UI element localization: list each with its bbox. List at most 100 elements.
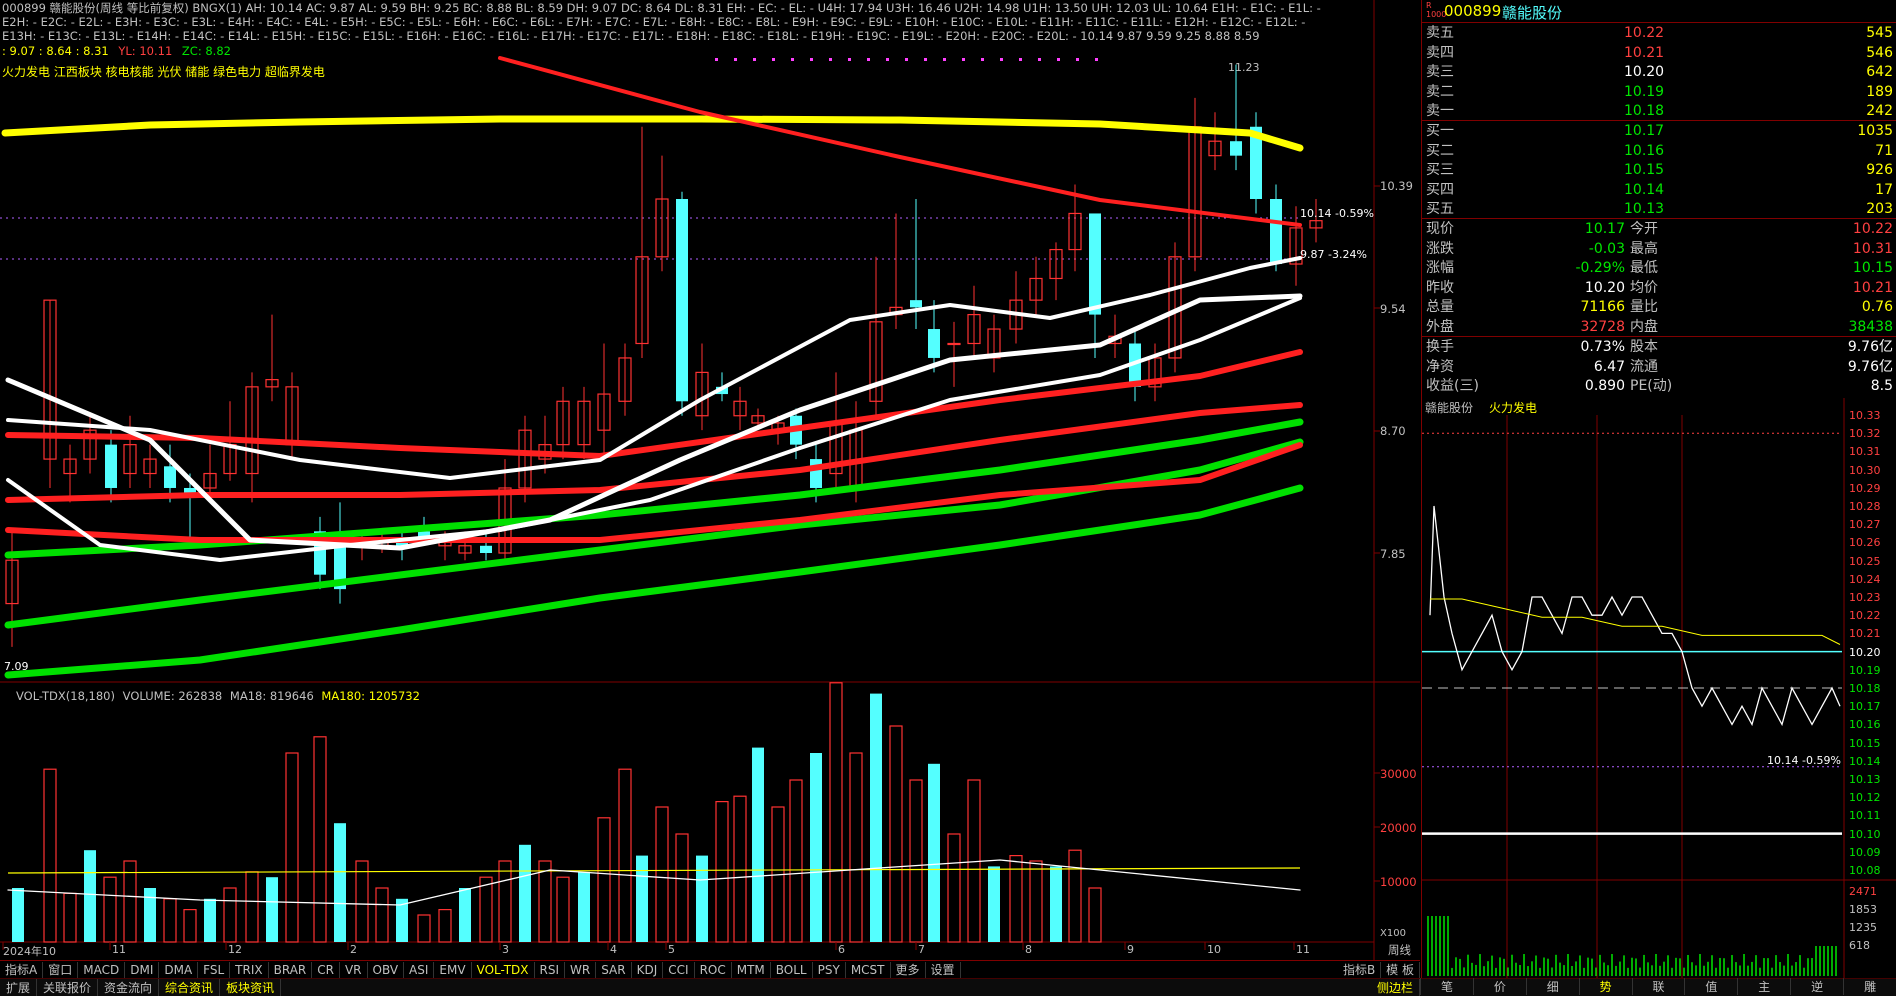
intraday-nav-item[interactable]: 联 <box>1631 978 1685 995</box>
quote-key: 均价 <box>1630 279 1658 296</box>
volume-bar <box>752 747 764 942</box>
indicator-tab-rsi[interactable]: RSI <box>535 962 566 978</box>
order-book-row[interactable]: 买二 10.16 71 <box>1422 142 1896 161</box>
period-label[interactable]: 周线 <box>1388 942 1411 958</box>
volume-bar <box>355 860 369 943</box>
intraday-axis-label: 10.33 <box>1849 409 1881 422</box>
quote-row: 昨收 10.20 均价 10.21 <box>1422 279 1896 298</box>
quote-key: 今开 <box>1630 221 1658 237</box>
indicator-tab-vr[interactable]: VR <box>340 962 368 978</box>
order-book-row[interactable]: 卖三 10.20 642 <box>1422 63 1896 82</box>
order-book-row[interactable]: 买五 10.13 203 <box>1422 200 1896 219</box>
intraday-nav-item[interactable]: 价 <box>1472 978 1526 995</box>
volume-bar <box>675 833 689 943</box>
indicator-tab-sar[interactable]: SAR <box>596 962 632 978</box>
kline-chart-area[interactable] <box>0 0 1420 960</box>
volume-bar <box>928 763 940 942</box>
intraday-panel[interactable]: 赣能股份 火力发电 10.33 10.32 10.31 10.30 10.29 10.28… <box>1421 398 1896 978</box>
status-tab[interactable]: 关联报价 <box>37 979 99 996</box>
order-book-label: 买二 <box>1426 142 1454 159</box>
order-book-price: 10.14 <box>1624 181 1665 198</box>
order-book-row[interactable]: 卖五 10.22 545 <box>1422 24 1896 43</box>
indicator-tab-设置[interactable]: 设置 <box>926 962 961 978</box>
indicator-tab-wr[interactable]: WR <box>565 962 597 978</box>
status-tab[interactable]: 板块资讯 <box>220 979 282 996</box>
order-book-row[interactable]: 卖四 10.21 546 <box>1422 44 1896 63</box>
marker-dot <box>715 58 718 61</box>
quote-key: 最低 <box>1630 260 1658 276</box>
volume-bar <box>715 800 729 943</box>
quote-value: 10.20 <box>1584 279 1625 296</box>
price-axis-label: 10.39 <box>1380 179 1413 193</box>
order-book-volume: 17 <box>1875 181 1893 198</box>
time-axis-label: 12 <box>228 943 242 956</box>
indicator-tab-right[interactable]: 指标B <box>1338 962 1382 978</box>
quote-key: 换手 <box>1426 339 1454 355</box>
indicator-tab-boll[interactable]: BOLL <box>771 962 813 978</box>
intraday-svg[interactable] <box>1422 398 1896 978</box>
status-tab[interactable]: 综合资讯 <box>159 979 221 996</box>
indicator-tab-obv[interactable]: OBV <box>368 962 405 978</box>
indicator-tab-macd[interactable]: MACD <box>78 962 126 978</box>
intraday-nav-item[interactable]: 主 <box>1737 978 1790 995</box>
indicator-tab-指标a[interactable]: 指标A <box>0 962 44 978</box>
volume-bar <box>334 823 346 942</box>
intraday-nav-item[interactable]: 笔 <box>1420 978 1473 995</box>
quote-value: 10.21 <box>1852 279 1893 296</box>
indicator-tab-更多[interactable]: 更多 <box>891 962 926 978</box>
indicator-tab-vol-tdx[interactable]: VOL-TDX <box>472 962 535 978</box>
indicator-tab-mcst[interactable]: MCST <box>846 962 891 978</box>
indicator-tab-psy[interactable]: PSY <box>813 962 846 978</box>
intraday-nav-item[interactable]: 细 <box>1525 978 1579 995</box>
indicator-tab-kdj[interactable]: KDJ <box>632 962 664 978</box>
order-book-label: 买三 <box>1426 162 1454 178</box>
status-tab[interactable]: 资金流向 <box>98 979 160 996</box>
sidebar-toggle[interactable]: 侧边栏 <box>1371 979 1420 996</box>
order-book-volume: 546 <box>1866 44 1893 61</box>
order-book-row[interactable]: 卖二 10.19 189 <box>1422 83 1896 102</box>
order-book-row[interactable]: 卖一 10.18 242 <box>1422 102 1896 121</box>
intraday-nav-item[interactable]: 逆 <box>1790 978 1843 995</box>
volume-bar <box>163 898 177 943</box>
volume-bar <box>43 768 57 943</box>
intraday-axis-label: 10.09 <box>1849 845 1881 859</box>
indicator-tab-dmi[interactable]: DMI <box>125 962 160 978</box>
intraday-nav-item[interactable]: 势 <box>1578 978 1632 995</box>
intraday-vol-axis-label: 1235 <box>1849 921 1877 934</box>
status-tab[interactable]: 扩展 <box>0 979 38 996</box>
indicator-tab-right[interactable]: 模 板 <box>1381 962 1420 978</box>
sector-tags[interactable]: 火力发电 江西板块 核电核能 光伏 储能 绿色电力 超临界发电 <box>2 63 325 80</box>
indicator-tab-dma[interactable]: DMA <box>159 962 199 978</box>
intraday-axis-label: 10.19 <box>1849 663 1881 677</box>
quote-key: 总量 <box>1426 299 1454 315</box>
quote-value: 71166 <box>1580 299 1625 315</box>
indicator-tab-cr[interactable]: CR <box>312 962 340 978</box>
indicator-tab-cci[interactable]: CCI <box>663 962 695 978</box>
order-book-row[interactable]: 买一 10.17 1035 <box>1422 122 1896 141</box>
indicator-tab-fsl[interactable]: FSL <box>198 962 231 978</box>
kline-svg[interactable] <box>0 0 1420 960</box>
marker-dot <box>829 58 832 61</box>
indicator-tab-asi[interactable]: ASI <box>404 962 435 978</box>
indicator-tab-emv[interactable]: EMV <box>434 962 472 978</box>
volume-bar <box>655 806 669 943</box>
intraday-nav: 笔价细势联值主逆雕 <box>1420 978 1896 995</box>
order-book-row[interactable]: 买三 10.15 926 <box>1422 161 1896 180</box>
indicator-tab-窗口[interactable]: 窗口 <box>43 962 79 978</box>
order-book-row[interactable]: 买四 10.14 17 <box>1422 181 1896 200</box>
intraday-nav-item[interactable]: 值 <box>1684 978 1737 995</box>
indicator-tab-mtm[interactable]: MTM <box>732 962 771 978</box>
indicator-tab-trix[interactable]: TRIX <box>230 962 269 978</box>
time-axis-label: 11 <box>1296 943 1310 956</box>
indicator-tab-brar[interactable]: BRAR <box>269 962 313 978</box>
line4-c: ZC: 8.82 <box>181 44 231 58</box>
order-book-volume: 189 <box>1866 83 1893 100</box>
quote-value: 10.31 <box>1852 240 1893 257</box>
volume-axis-label: 20000 <box>1380 821 1417 835</box>
ref1-annotation: 10.14 -0.59% <box>1300 207 1374 220</box>
indicator-tab-roc[interactable]: ROC <box>695 962 732 978</box>
intraday-nav-item[interactable]: 雕 <box>1843 978 1896 995</box>
quote-row: 外盘 32728 内盘 38438 <box>1422 318 1896 337</box>
quote-value: 8.5 <box>1870 378 1893 394</box>
candle-body <box>928 329 940 358</box>
